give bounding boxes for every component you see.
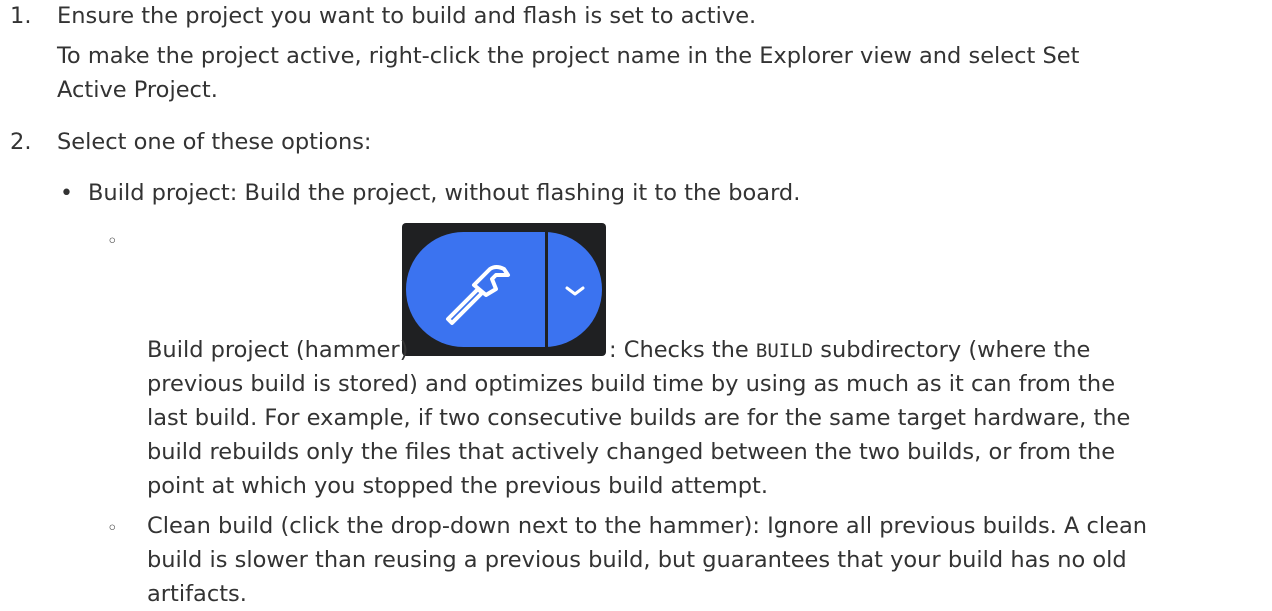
- step-1-text: Ensure the project you want to build and…: [57, 3, 757, 29]
- document-page: { "steps": [ { "number": "1.", "lines": …: [0, 0, 1272, 607]
- hammer-description-line-3: build rebuilds only the files that activ…: [147, 439, 1116, 465]
- hammer-description-line-2: last build. For example, if two consecut…: [147, 405, 1131, 431]
- chevron-down-icon: [565, 286, 585, 296]
- step-2-text: Select one of these options:: [57, 129, 372, 155]
- build-option-text: Build project: Build the project, withou…: [88, 180, 801, 206]
- step-1-number: 1.: [10, 3, 32, 29]
- build-button-image: [402, 223, 606, 356]
- hammer-after-code: subdirectory (where the: [820, 337, 1091, 363]
- hammer-after-image: : Checks the: [609, 337, 749, 363]
- hammer-description-line-4: point at which you stopped the previous …: [147, 473, 768, 499]
- hammer-description-start: : Checks the BUILD subdirectory (where t…: [609, 334, 1090, 368]
- hammer-label: Build project (hammer): [147, 337, 409, 363]
- sub-bullet-icon: ◦: [107, 518, 118, 539]
- hammer-icon: [446, 265, 510, 325]
- step-1-detail-continued: Active Project.: [57, 77, 218, 103]
- clean-build-line-1: Clean build (click the drop-down next to…: [147, 513, 1148, 539]
- build-directory-code: BUILD: [755, 340, 814, 362]
- clean-build-line-2: build is slower than reusing a previous …: [147, 547, 1127, 573]
- clean-build-line-3: artifacts.: [147, 581, 247, 607]
- step-1-detail: To make the project active, right-click …: [57, 43, 1080, 69]
- sub-bullet-icon: ◦: [107, 231, 118, 252]
- step-2-number: 2.: [10, 129, 32, 155]
- hammer-description-line-1: previous build is stored) and optimizes …: [147, 371, 1116, 397]
- bullet-icon: •: [60, 181, 73, 206]
